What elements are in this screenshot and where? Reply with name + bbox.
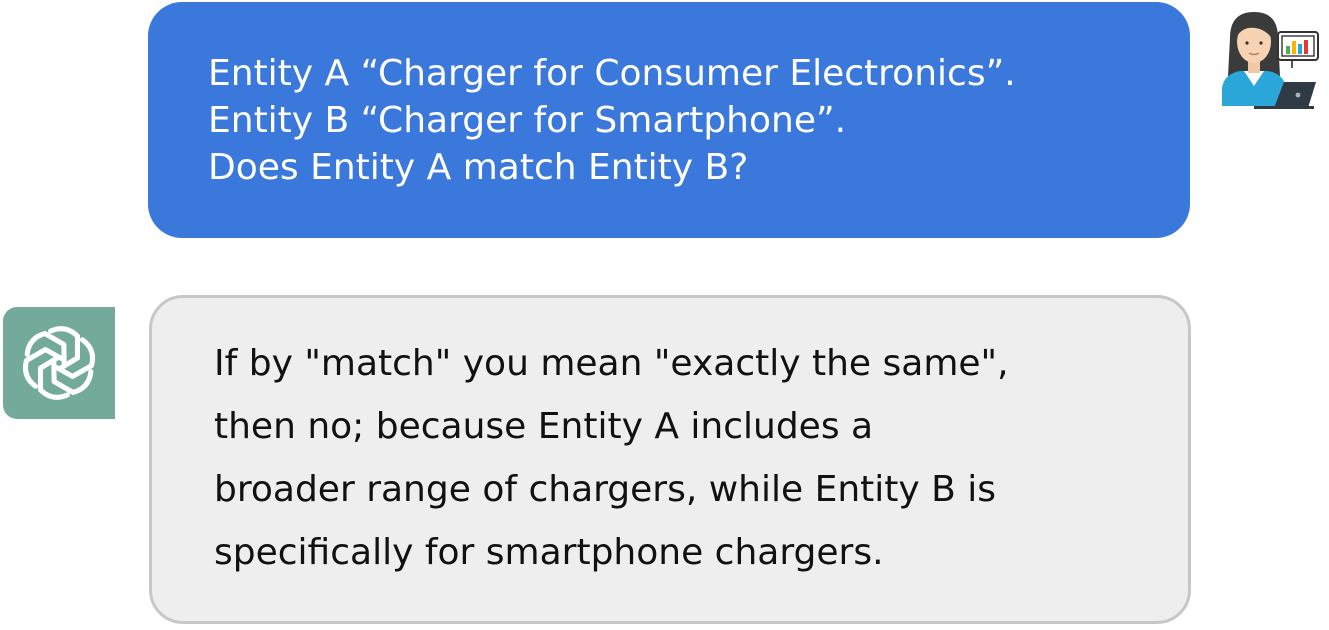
assistant-message-line: specifically for smartphone chargers. <box>214 532 884 573</box>
user-message-bubble: Entity A “Charger for Consumer Electroni… <box>148 2 1190 238</box>
woman-with-laptop-icon <box>1214 10 1324 110</box>
assistant-message-line: If by "match" you mean "exactly the same… <box>214 343 1009 384</box>
assistant-message-bubble: If by "match" you mean "exactly the same… <box>149 295 1191 624</box>
assistant-message-line: broader range of chargers, while Entity … <box>214 469 997 510</box>
user-message-line: Entity A “Charger for Consumer Electroni… <box>208 53 1016 94</box>
assistant-message-line: then no; because Entity A includes a <box>214 406 874 447</box>
chatgpt-logo-icon <box>3 307 115 419</box>
user-message-line: Entity B “Charger for Smartphone”. <box>208 100 847 141</box>
user-message-line: Does Entity A match Entity B? <box>208 147 749 188</box>
